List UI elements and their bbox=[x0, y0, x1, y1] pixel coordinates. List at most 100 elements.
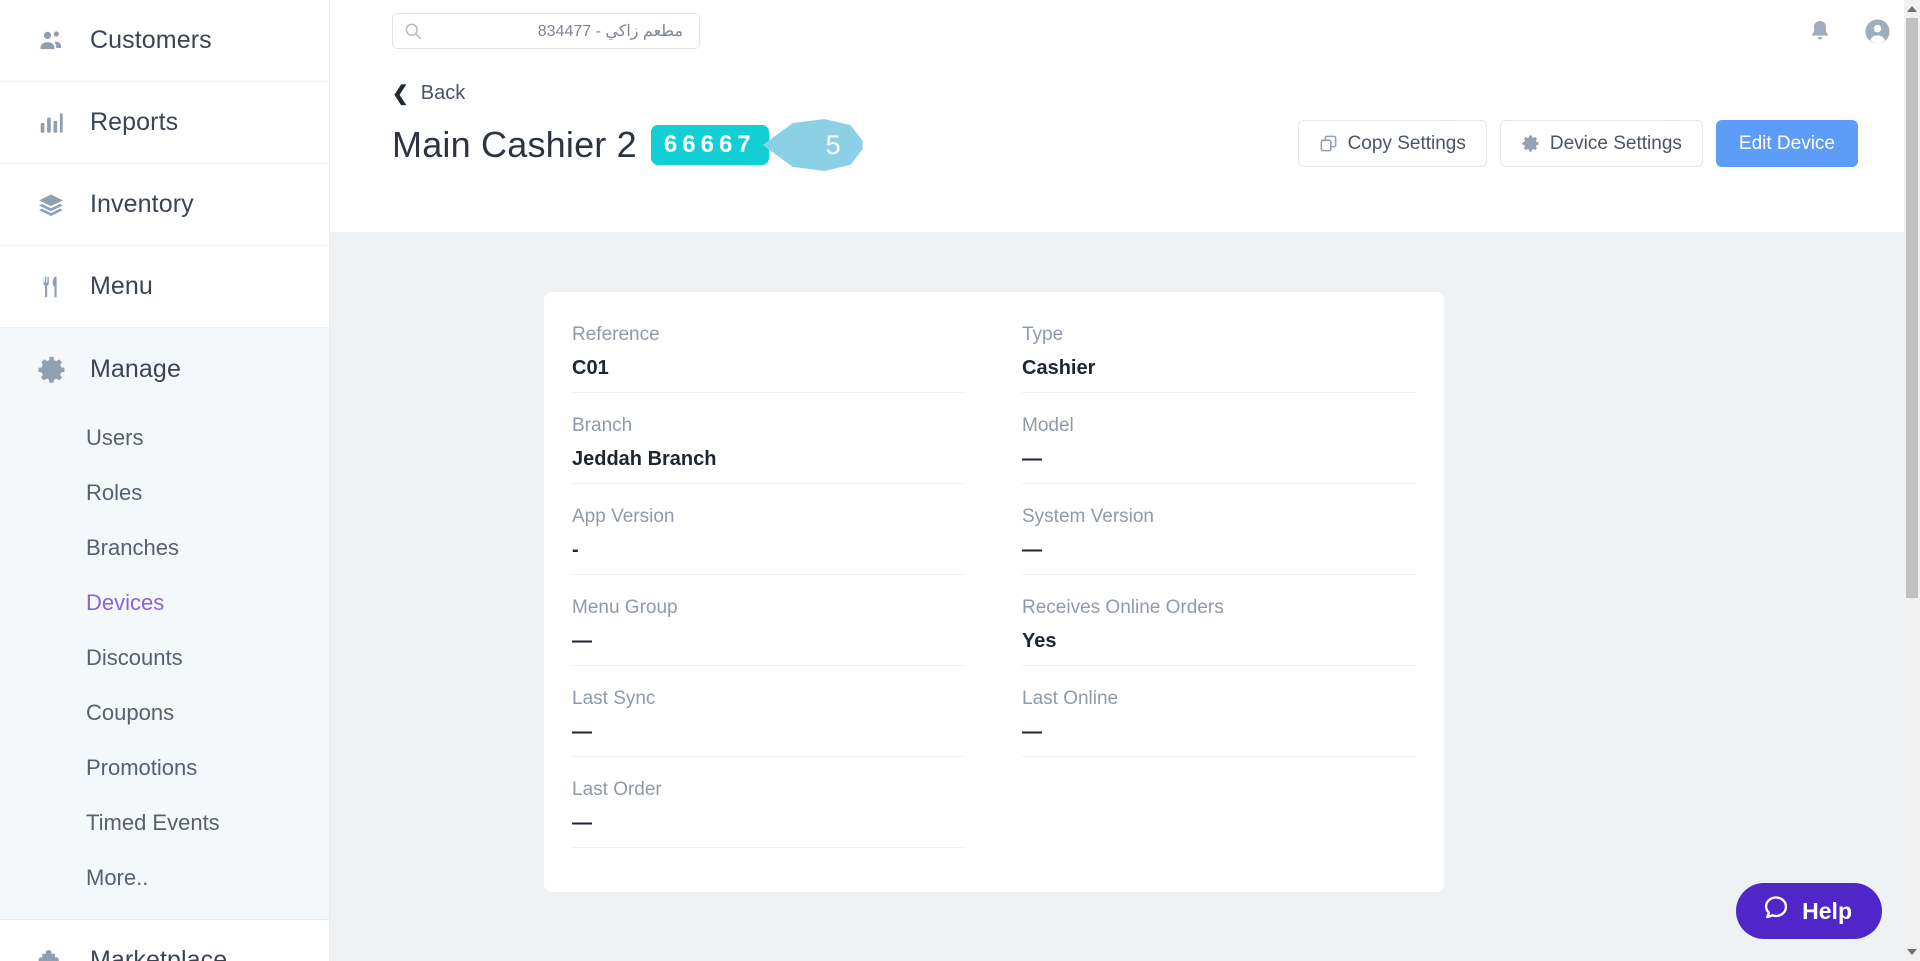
inventory-icon bbox=[34, 188, 68, 222]
field-system-version: System Version — bbox=[1022, 506, 1416, 575]
sidebar-subitem-label: Timed Events bbox=[86, 809, 220, 835]
sidebar-subitem-label: Users bbox=[86, 424, 144, 450]
sidebar-item-customers[interactable]: Customers bbox=[0, 0, 329, 82]
scroll-down-arrow-icon[interactable] bbox=[1907, 949, 1917, 955]
sidebar-item-menu[interactable]: Menu bbox=[0, 246, 329, 328]
sidebar-subitem-discounts[interactable]: Discounts bbox=[0, 630, 329, 685]
sidebar-item-label: Reports bbox=[90, 108, 179, 136]
field-value: — bbox=[572, 630, 592, 652]
sidebar: Customers Reports Inventory Menu Manage … bbox=[0, 0, 330, 961]
content-area: Reference C01 Type Cashier Branch Jeddah… bbox=[330, 232, 1920, 961]
copy-settings-button[interactable]: Copy Settings bbox=[1297, 120, 1487, 167]
page-title: Main Cashier 2 bbox=[392, 124, 637, 165]
user-avatar-icon[interactable] bbox=[1863, 17, 1892, 46]
field-label: Branch bbox=[572, 415, 633, 436]
field-model: Model — bbox=[1022, 415, 1416, 484]
sidebar-subitem-label: Discounts bbox=[86, 644, 183, 670]
chevron-left-icon: ❮ bbox=[392, 82, 409, 105]
vertical-scrollbar[interactable] bbox=[1904, 0, 1920, 961]
field-label: Last Order bbox=[572, 779, 662, 800]
sidebar-subitem-timed-events[interactable]: Timed Events bbox=[0, 795, 329, 850]
field-type: Type Cashier bbox=[1022, 324, 1416, 393]
field-last-order: Last Order — bbox=[572, 779, 966, 848]
field-branch: Branch Jeddah Branch bbox=[572, 415, 966, 484]
field-label: Receives Online Orders bbox=[1022, 597, 1224, 618]
field-empty-slot bbox=[1022, 779, 1416, 848]
help-button[interactable]: Help bbox=[1736, 883, 1882, 939]
edit-device-label: Edit Device bbox=[1738, 132, 1835, 154]
device-details-card: Reference C01 Type Cashier Branch Jeddah… bbox=[544, 292, 1444, 892]
sidebar-subitem-more[interactable]: More.. bbox=[0, 850, 329, 905]
sidebar-item-manage[interactable]: Manage bbox=[0, 328, 329, 410]
sidebar-subitem-branches[interactable]: Branches bbox=[0, 520, 329, 575]
field-value: - bbox=[572, 539, 579, 561]
field-label: Last Sync bbox=[572, 688, 656, 709]
sidebar-item-label: Manage bbox=[90, 354, 181, 383]
sidebar-subitem-coupons[interactable]: Coupons bbox=[0, 685, 329, 740]
app-root: Customers Reports Inventory Menu Manage … bbox=[0, 0, 1920, 961]
sidebar-subitem-label: Roles bbox=[86, 479, 143, 505]
sidebar-group-manage: Manage Users Roles Branches Devices Disc… bbox=[0, 328, 329, 920]
device-settings-label: Device Settings bbox=[1549, 132, 1682, 154]
sidebar-subitem-roles[interactable]: Roles bbox=[0, 465, 329, 520]
field-reference: Reference C01 bbox=[572, 324, 966, 393]
field-label: Reference bbox=[572, 324, 660, 345]
device-code-badge: 66667 bbox=[650, 125, 769, 165]
sidebar-subitem-label: Promotions bbox=[86, 754, 198, 780]
scroll-up-arrow-icon[interactable] bbox=[1907, 6, 1917, 12]
sidebar-subitem-label: Devices bbox=[86, 589, 165, 615]
search-box[interactable] bbox=[392, 13, 700, 49]
field-value: — bbox=[1022, 539, 1042, 561]
sidebar-item-reports[interactable]: Reports bbox=[0, 82, 329, 164]
sidebar-subitem-promotions[interactable]: Promotions bbox=[0, 740, 329, 795]
sidebar-subitem-label: Branches bbox=[86, 534, 179, 560]
reports-icon bbox=[34, 106, 68, 140]
back-button[interactable]: ❮ Back bbox=[392, 62, 465, 105]
field-last-online: Last Online — bbox=[1022, 688, 1416, 757]
sidebar-item-inventory[interactable]: Inventory bbox=[0, 164, 329, 246]
bell-icon[interactable] bbox=[1807, 18, 1833, 44]
field-menu-group: Menu Group — bbox=[572, 597, 966, 666]
chat-bubble-icon bbox=[1762, 894, 1790, 928]
field-label: App Version bbox=[572, 506, 675, 527]
field-value: Cashier bbox=[1022, 357, 1096, 379]
field-value: — bbox=[572, 812, 592, 834]
gear-icon bbox=[34, 352, 68, 386]
field-value: C01 bbox=[572, 357, 609, 379]
field-label: System Version bbox=[1022, 506, 1154, 527]
field-receives-online-orders: Receives Online Orders Yes bbox=[1022, 597, 1416, 666]
sidebar-item-label: Marketplace bbox=[90, 946, 228, 961]
field-value: — bbox=[1022, 448, 1042, 470]
scrollbar-thumb[interactable] bbox=[1906, 18, 1918, 598]
menu-icon bbox=[34, 270, 68, 304]
callout-number: 5 bbox=[825, 129, 841, 160]
customers-icon bbox=[34, 24, 68, 58]
field-label: Menu Group bbox=[572, 597, 678, 618]
marketplace-icon bbox=[34, 944, 68, 961]
copy-settings-label: Copy Settings bbox=[1347, 132, 1466, 154]
device-settings-button[interactable]: Device Settings bbox=[1499, 120, 1703, 167]
field-label: Last Online bbox=[1022, 688, 1119, 709]
edit-device-button[interactable]: Edit Device bbox=[1715, 120, 1858, 167]
help-label: Help bbox=[1802, 897, 1852, 924]
field-value: Yes bbox=[1022, 630, 1057, 652]
sidebar-item-label: Customers bbox=[90, 26, 212, 54]
main-area: ❮ Back Main Cashier 2 66667 5 bbox=[330, 0, 1920, 961]
field-label: Model bbox=[1022, 415, 1074, 436]
callout-bubble: 5 bbox=[762, 119, 863, 171]
back-label: Back bbox=[420, 82, 466, 104]
page-header: ❮ Back Main Cashier 2 66667 5 Copy Setti… bbox=[330, 62, 1920, 232]
sidebar-item-label: Menu bbox=[90, 272, 153, 300]
search-input[interactable] bbox=[423, 22, 689, 40]
field-label: Type bbox=[1022, 324, 1064, 345]
field-app-version: App Version - bbox=[572, 506, 966, 575]
copy-icon bbox=[1319, 134, 1338, 153]
sidebar-subitem-label: Coupons bbox=[86, 699, 175, 725]
sidebar-subitem-devices[interactable]: Devices bbox=[0, 575, 329, 630]
sidebar-item-label: Inventory bbox=[90, 190, 194, 218]
sidebar-item-marketplace[interactable]: Marketplace bbox=[0, 920, 329, 961]
page-actions: Copy Settings Device Settings Edit Devic… bbox=[1297, 120, 1858, 167]
sidebar-subitem-users[interactable]: Users bbox=[0, 410, 329, 465]
gear-icon bbox=[1521, 134, 1540, 153]
field-value: — bbox=[1022, 721, 1042, 743]
